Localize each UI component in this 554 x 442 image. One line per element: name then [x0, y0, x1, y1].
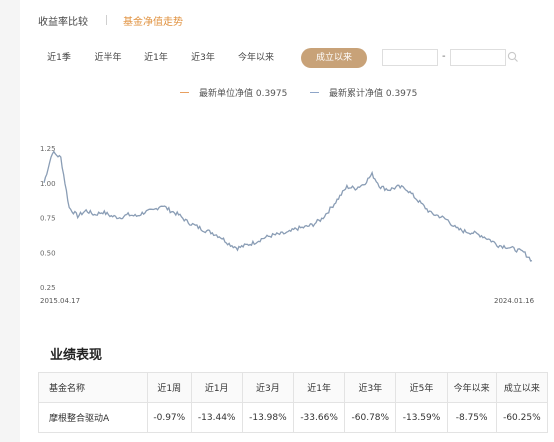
range-1y-button[interactable]: 近1年 — [139, 48, 173, 68]
x-start-date: 2015.04.17 — [40, 297, 81, 305]
legend-unit-nav: 最新单位净值 0.3975 — [180, 86, 287, 99]
return-1w-cell: -0.97% — [147, 402, 192, 433]
range-3y-button[interactable]: 近3年 — [186, 48, 220, 68]
return-3m-cell: -13.98% — [241, 402, 295, 433]
tab-divider — [106, 15, 107, 25]
cum-nav-swatch — [310, 92, 319, 93]
search-icon[interactable] — [506, 50, 520, 64]
return-since-inception-cell: -60.25% — [495, 402, 549, 433]
y-tick-label: 1.00 — [40, 180, 56, 188]
return-3y-cell: -60.78% — [344, 402, 397, 433]
table-row: 摩根整合驱动A -0.97% -13.44% -13.98% -33.66% -… — [38, 402, 549, 433]
unit-nav-label: 最新单位净值 0.3975 — [199, 89, 288, 99]
unit-nav-swatch — [180, 92, 189, 93]
header-ytd: 今年以来 — [446, 372, 497, 403]
header-fund-name: 基金名称 — [38, 372, 148, 403]
range-1q-button[interactable]: 近1季 — [42, 48, 76, 68]
return-5y-cell: -13.59% — [395, 402, 448, 433]
start-date-input[interactable] — [382, 49, 438, 66]
header-3y: 近3年 — [344, 372, 397, 403]
range-ytd-button[interactable]: 今年以来 — [234, 48, 278, 68]
performance-table: 基金名称 近1周 近1月 近3月 近1年 近3年 近5年 今年以来 成立以来 摩… — [38, 372, 549, 433]
chart-tabs: 收益率比较 基金净值走势 — [38, 12, 183, 28]
end-date-input[interactable] — [450, 49, 506, 66]
cumulative-nav-line — [43, 150, 533, 262]
return-1m-cell: -13.44% — [190, 402, 243, 433]
header-since-inception: 成立以来 — [495, 372, 549, 403]
header-1y: 近1年 — [292, 372, 346, 403]
range-6m-button[interactable]: 近半年 — [90, 48, 126, 68]
header-1m: 近1月 — [190, 372, 243, 403]
performance-header-row: 基金名称 近1周 近1月 近3月 近1年 近3年 近5年 今年以来 成立以来 — [38, 372, 549, 403]
tab-return-compare[interactable]: 收益率比较 — [38, 13, 88, 28]
range-since-inception-button[interactable]: 成立以来 — [301, 48, 367, 68]
header-3m: 近3月 — [241, 372, 295, 403]
header-1w: 近1周 — [147, 372, 192, 403]
date-separator: - — [442, 51, 446, 62]
return-1y-cell: -33.66% — [292, 402, 346, 433]
y-tick-label: 0.75 — [40, 215, 56, 223]
legend-cum-nav: 最新累计净值 0.3975 — [310, 86, 417, 99]
x-end-date: 2024.01.16 — [494, 297, 535, 305]
fund-name-cell[interactable]: 摩根整合驱动A — [38, 402, 148, 433]
header-5y: 近5年 — [395, 372, 448, 403]
y-tick-label: 0.50 — [40, 249, 56, 257]
fund-card: 收益率比较 基金净值走势 近1季 近半年 近1年 近3年 今年以来 成立以来 -… — [20, 0, 554, 442]
y-tick-label: 0.25 — [40, 284, 56, 292]
nav-chart: 1.251.000.750.500.25 — [40, 145, 533, 292]
range-selector: 近1季 近半年 近1年 近3年 今年以来 成立以来 - — [20, 48, 554, 68]
performance-title: 业绩表现 — [50, 348, 103, 363]
tab-nav-trend[interactable]: 基金净值走势 — [123, 13, 183, 28]
cum-nav-label: 最新累计净值 0.3975 — [329, 89, 418, 99]
return-ytd-cell: -8.75% — [446, 402, 497, 433]
